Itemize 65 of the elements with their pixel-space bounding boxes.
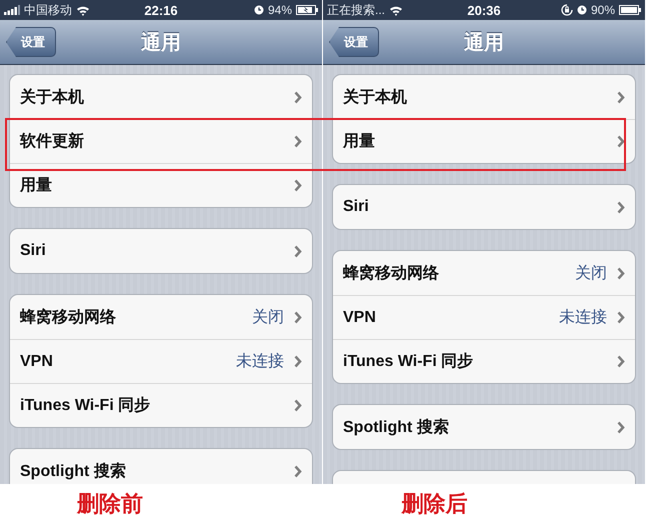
caption: 删除前: [76, 490, 144, 518]
row-label: Siri: [20, 242, 47, 260]
carrier-name: 正在搜索...: [327, 2, 386, 18]
chevron-icon: [617, 135, 625, 148]
row-value: 未连接: [236, 352, 284, 372]
row-label: 蜂窝移动网络: [343, 263, 440, 284]
row-label: Spotlight 搜索: [343, 417, 450, 438]
carrier-name: 中国移动: [24, 2, 72, 18]
settings-row[interactable]: 蜂窝移动网络 关闭: [10, 295, 312, 339]
battery-percent: 90%: [590, 3, 615, 17]
chevron-icon: [294, 399, 302, 412]
chevron-icon: [617, 266, 625, 280]
row-label: Siri: [343, 198, 370, 216]
settings-row[interactable]: 用量: [333, 119, 635, 163]
settings-row[interactable]: 关于本机: [10, 75, 312, 119]
back-button[interactable]: 设置: [329, 27, 379, 57]
row-value: 关闭: [575, 264, 607, 284]
settings-row[interactable]: iTunes Wi-Fi 同步: [333, 339, 635, 383]
settings-row[interactable]: VPN 未连接: [333, 295, 635, 339]
row-label: iTunes Wi-Fi 同步: [343, 352, 474, 372]
row-label: Spotlight 搜索: [20, 461, 127, 482]
status-time: 22:16: [144, 2, 178, 18]
alarm-icon: [254, 5, 264, 15]
caption: 删除后: [400, 490, 468, 518]
chevron-icon: [617, 90, 625, 104]
row-label: 蜂窝移动网络: [20, 307, 117, 328]
row-label: 关于本机: [343, 87, 408, 108]
chevron-icon: [294, 135, 302, 148]
chevron-icon: [294, 355, 302, 368]
settings-row[interactable]: Siri: [10, 229, 312, 273]
chevron-icon: [294, 90, 302, 104]
wifi-icon: [389, 4, 404, 16]
row-label: 用量: [20, 176, 53, 196]
chevron-icon: [294, 179, 302, 192]
row-label: 软件更新: [20, 131, 85, 152]
row-label: VPN: [343, 308, 377, 326]
row-value: 未连接: [559, 308, 607, 328]
settings-row[interactable]: 用量: [10, 163, 312, 207]
row-label: VPN: [20, 352, 54, 370]
row-label: 关于本机: [20, 87, 85, 108]
settings-row[interactable]: 关于本机: [333, 75, 635, 119]
settings-row[interactable]: 蜂窝移动网络 关闭: [333, 251, 635, 295]
alarm-icon: [576, 5, 587, 15]
nav-title: 通用: [464, 30, 504, 56]
row-label: 用量: [343, 132, 376, 152]
settings-row[interactable]: iTunes Wi-Fi 同步: [10, 383, 312, 427]
chevron-icon: [617, 200, 625, 214]
chevron-icon: [294, 244, 302, 258]
settings-row[interactable]: Siri: [333, 185, 635, 229]
battery-percent: 94%: [268, 3, 292, 17]
chevron-icon: [294, 464, 302, 478]
row-value: 关闭: [252, 308, 284, 328]
settings-row[interactable]: Spotlight 搜索: [333, 405, 635, 449]
nav-title: 通用: [141, 30, 181, 56]
chevron-icon: [617, 355, 625, 368]
settings-row[interactable]: VPN 未连接: [10, 339, 312, 383]
back-button[interactable]: 设置: [6, 27, 56, 57]
status-time: 20:36: [467, 2, 501, 18]
settings-row[interactable]: 软件更新: [10, 119, 312, 163]
chevron-icon: [617, 311, 625, 324]
settings-row[interactable]: Spotlight 搜索: [10, 449, 312, 484]
chevron-icon: [617, 420, 625, 434]
wifi-icon: [76, 4, 90, 16]
row-label: iTunes Wi-Fi 同步: [20, 396, 152, 416]
chevron-icon: [294, 310, 302, 324]
